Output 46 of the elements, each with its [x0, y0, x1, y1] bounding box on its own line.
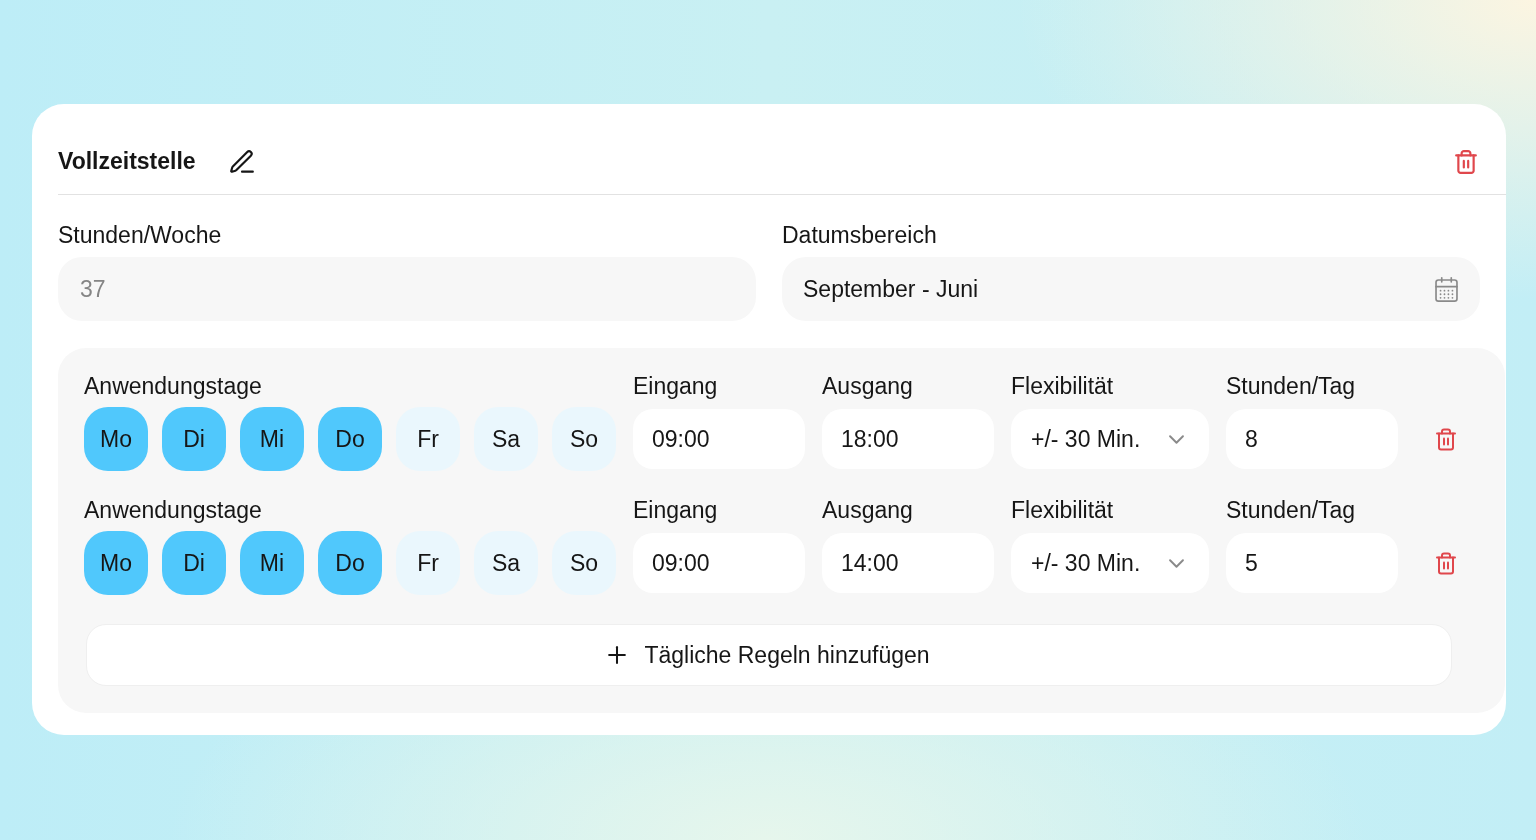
- time-input[interactable]: 8: [1226, 409, 1398, 469]
- time-input[interactable]: 14:00: [822, 533, 994, 593]
- field-label: Datumsbereich: [782, 222, 938, 248]
- time-input[interactable]: 09:00: [633, 533, 805, 593]
- flexibility-dropdown[interactable]: +/- 30 Min.: [1011, 409, 1209, 469]
- add-rule-button[interactable]: Tägliche Regeln hinzufügen: [86, 624, 1452, 686]
- trash-icon[interactable]: [1455, 149, 1477, 174]
- time-input[interactable]: 5: [1226, 533, 1398, 593]
- day-toggle[interactable]: Do: [318, 407, 382, 471]
- day-toggle[interactable]: Mi: [240, 531, 304, 595]
- day-toggle[interactable]: Sa: [474, 407, 538, 471]
- field-label: Stunden/Woche: [58, 222, 223, 248]
- column-label: Eingang: [633, 497, 719, 523]
- day-toggle[interactable]: Mi: [240, 407, 304, 471]
- day-toggle[interactable]: Do: [318, 531, 382, 595]
- column-label: Flexibilität: [1011, 497, 1115, 523]
- time-input[interactable]: 09:00: [633, 409, 805, 469]
- column-label: Flexibilität: [1011, 373, 1115, 399]
- day-toggle[interactable]: So: [552, 407, 616, 471]
- day-toggle[interactable]: Mo: [84, 407, 148, 471]
- day-toggle[interactable]: So: [552, 531, 616, 595]
- day-toggle[interactable]: Fr: [396, 407, 460, 471]
- chevron-down-icon: [1169, 558, 1184, 568]
- day-toggle[interactable]: Di: [162, 531, 226, 595]
- plus-icon: [608, 646, 627, 664]
- day-toggle[interactable]: Fr: [396, 531, 460, 595]
- days-label: Anwendungstage: [84, 497, 263, 523]
- days-label: Anwendungstage: [84, 373, 263, 399]
- day-toggle[interactable]: Sa: [474, 531, 538, 595]
- time-input[interactable]: 18:00: [822, 409, 994, 469]
- day-toggle[interactable]: Di: [162, 407, 226, 471]
- column-label: Ausgang: [822, 497, 914, 523]
- calendar-icon: [1435, 276, 1458, 302]
- trash-icon[interactable]: [1436, 551, 1456, 575]
- day-toggle[interactable]: Mo: [84, 531, 148, 595]
- column-label: Ausgang: [822, 373, 914, 399]
- date-range-field[interactable]: September - Juni: [782, 257, 1480, 321]
- column-label: Stunden/Tag: [1226, 497, 1357, 523]
- chevron-down-icon: [1169, 434, 1184, 444]
- trash-icon[interactable]: [1436, 427, 1456, 451]
- flexibility-dropdown[interactable]: +/- 30 Min.: [1011, 533, 1209, 593]
- hours-input[interactable]: 37: [58, 257, 756, 321]
- card-title: Vollzeitstelle: [58, 148, 196, 175]
- column-label: Stunden/Tag: [1226, 373, 1357, 399]
- pencil-icon[interactable]: [229, 150, 254, 173]
- column-label: Eingang: [633, 373, 719, 399]
